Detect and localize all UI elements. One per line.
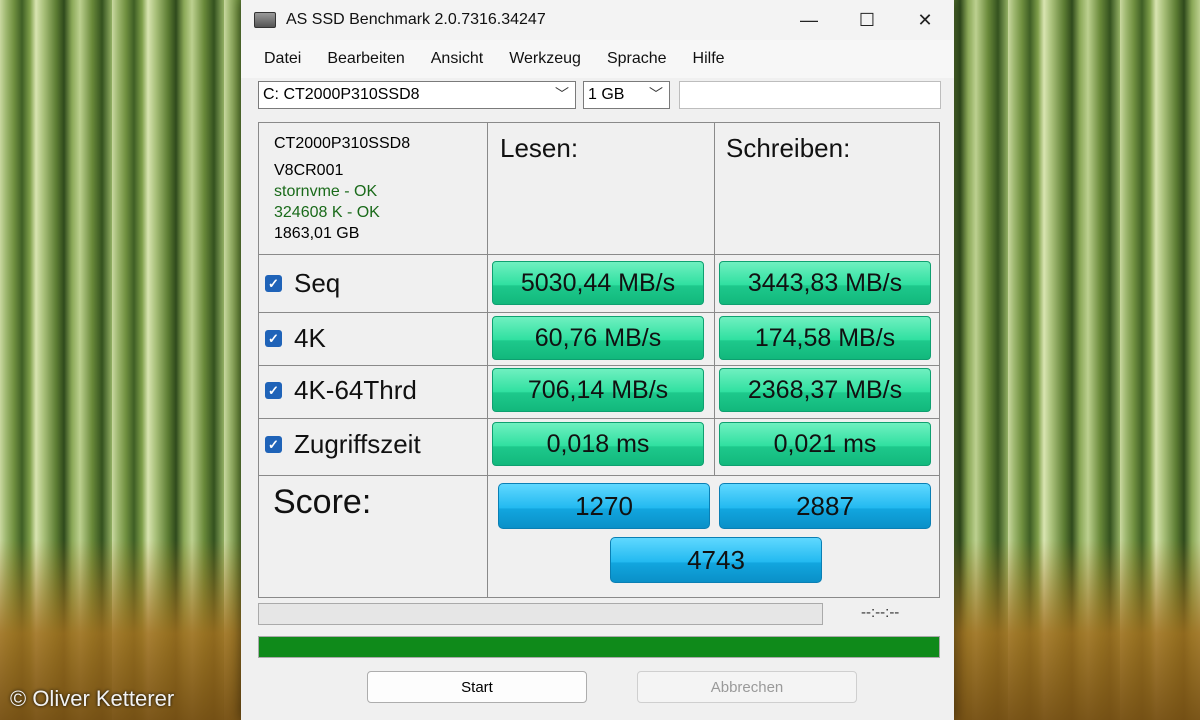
access-time-write-value: 0,021 ms — [719, 422, 931, 466]
grid-divider — [259, 312, 939, 313]
menu-hilfe[interactable]: Hilfe — [680, 50, 738, 68]
grid-divider — [487, 123, 488, 597]
window-title: AS SSD Benchmark 2.0.7316.34247 — [286, 11, 546, 28]
drive-driver-status: stornvme - OK — [274, 183, 378, 200]
test-progress-bar — [258, 603, 823, 625]
4k-64thrd-write-value: 2368,37 MB/s — [719, 368, 931, 412]
total-progress-bar — [258, 636, 940, 658]
4k-64thrd-read-value: 706,14 MB/s — [492, 368, 704, 412]
size-select-value: 1 GB — [588, 86, 625, 103]
close-button[interactable]: ✕ — [896, 0, 954, 40]
app-window: AS SSD Benchmark 2.0.7316.34247 — ☐ ✕ Da… — [241, 0, 954, 720]
grid-divider — [259, 254, 939, 255]
drive-alignment-status: 324608 K - OK — [274, 204, 380, 221]
chevron-down-icon: ﹀ — [649, 86, 663, 102]
grid-divider — [259, 418, 939, 419]
copyright-watermark: © Oliver Ketterer — [10, 686, 175, 711]
access-time-label: Zugriffszeit — [294, 428, 421, 459]
4k-write-value: 174,58 MB/s — [719, 316, 931, 360]
menu-bar: Datei Bearbeiten Ansicht Werkzeug Sprach… — [241, 40, 954, 78]
read-header: Lesen: — [500, 133, 579, 163]
seq-label: Seq — [294, 267, 341, 298]
row-4k-64thrd: ✓ 4K-64Thrd — [265, 368, 417, 412]
row-access-time: ✓ Zugriffszeit — [265, 422, 421, 466]
menu-sprache[interactable]: Sprache — [594, 50, 680, 68]
grid-divider — [259, 475, 939, 476]
menu-bearbeiten[interactable]: Bearbeiten — [314, 50, 417, 68]
4k-64thrd-checkbox[interactable]: ✓ — [265, 381, 282, 399]
row-seq: ✓ Seq — [265, 261, 340, 305]
seq-read-value: 5030,44 MB/s — [492, 261, 704, 305]
grid-divider — [259, 365, 939, 366]
drive-info: CT2000P310SSD8 V8CR001 stornvme - OK 324… — [274, 133, 410, 244]
drive-select-value: C: CT2000P310SSD8 — [263, 86, 420, 103]
drive-model: CT2000P310SSD8 — [274, 135, 411, 152]
chevron-down-icon: ﹀ — [555, 86, 569, 102]
menu-ansicht[interactable]: Ansicht — [418, 50, 496, 68]
access-time-read-value: 0,018 ms — [492, 422, 704, 466]
drive-icon — [254, 12, 276, 28]
score-total: 4743 — [610, 537, 822, 583]
minimize-button[interactable]: — — [780, 0, 838, 40]
score-read: 1270 — [498, 483, 710, 529]
drive-capacity: 1863,01 GB — [274, 225, 360, 242]
write-header: Schreiben: — [726, 133, 851, 163]
score-write: 2887 — [719, 483, 931, 529]
name-input[interactable] — [679, 81, 941, 109]
4k-checkbox[interactable]: ✓ — [265, 329, 282, 347]
title-bar: AS SSD Benchmark 2.0.7316.34247 — ☐ ✕ — [241, 0, 954, 40]
4k-64thrd-label: 4K-64Thrd — [294, 374, 417, 405]
drive-select[interactable]: C: CT2000P310SSD8 ﹀ — [258, 81, 576, 109]
results-grid: CT2000P310SSD8 V8CR001 stornvme - OK 324… — [258, 122, 940, 598]
menu-werkzeug[interactable]: Werkzeug — [496, 50, 594, 68]
4k-read-value: 60,76 MB/s — [492, 316, 704, 360]
access-time-checkbox[interactable]: ✓ — [265, 435, 282, 453]
drive-firmware: V8CR001 — [274, 162, 344, 179]
seq-checkbox[interactable]: ✓ — [265, 274, 282, 292]
elapsed-time: --:--:-- — [861, 604, 900, 621]
grid-divider — [714, 123, 715, 475]
size-select[interactable]: 1 GB ﹀ — [583, 81, 670, 109]
cancel-button[interactable]: Abbrechen — [637, 671, 857, 703]
menu-datei[interactable]: Datei — [251, 50, 314, 68]
maximize-button[interactable]: ☐ — [838, 0, 896, 40]
start-button[interactable]: Start — [367, 671, 587, 703]
score-label: Score: — [273, 483, 372, 521]
total-progress-fill — [259, 637, 939, 657]
seq-write-value: 3443,83 MB/s — [719, 261, 931, 305]
toolbar: C: CT2000P310SSD8 ﹀ 1 GB ﹀ — [241, 78, 954, 116]
row-4k: ✓ 4K — [265, 316, 326, 360]
4k-label: 4K — [294, 322, 326, 353]
